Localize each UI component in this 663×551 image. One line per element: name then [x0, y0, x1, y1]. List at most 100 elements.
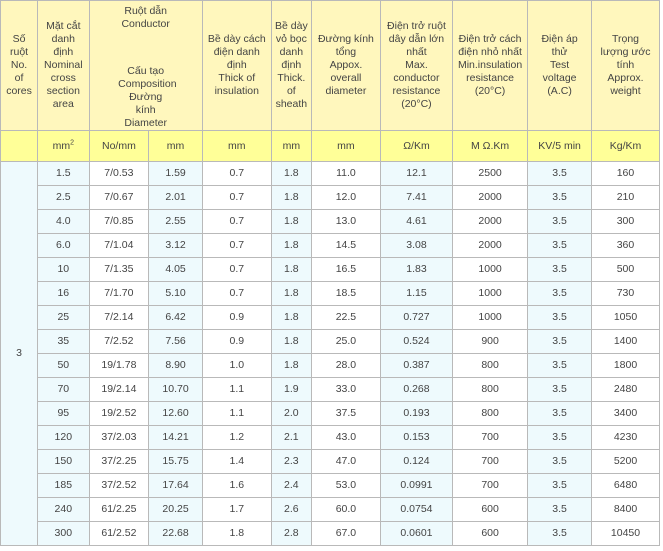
- cell-overall-diameter: 11.0: [310, 161, 381, 186]
- cell-weight: 8400: [590, 497, 661, 522]
- cell-sheath: 1.9: [270, 377, 312, 402]
- header-test-voltage: Điện áp thử Test voltage (A.C): [527, 0, 592, 131]
- cell-diameter: 4.05: [148, 257, 203, 282]
- cell-composition: 19/2.14: [88, 377, 150, 402]
- cell-composition: 7/1.35: [88, 257, 150, 282]
- unit-composition: No/mm: [88, 130, 150, 162]
- cell-insulation: 1.0: [201, 353, 272, 378]
- cell-weight: 5200: [590, 449, 661, 474]
- cell-weight: 210: [590, 185, 661, 210]
- cell-composition: 37/2.25: [88, 449, 150, 474]
- cell-test-voltage: 3.5: [527, 497, 592, 522]
- cell-insulation: 1.4: [201, 449, 272, 474]
- table-row: 35 7/2.52 7.56 0.9 1.8 25.0 0.524 900 3.5 1400: [1, 329, 661, 354]
- cell-sheath: 1.8: [270, 305, 312, 330]
- cell-diameter: 2.01: [148, 185, 203, 210]
- cell-weight: 2480: [590, 377, 661, 402]
- cell-test-voltage: 3.5: [527, 257, 592, 282]
- cell-composition: 7/2.14: [88, 305, 150, 330]
- cell-insulation: 1.1: [201, 401, 272, 426]
- cell-conductor-resistance: 0.727: [379, 305, 454, 330]
- cell-insulation-resistance: 800: [451, 377, 529, 402]
- cell-insulation: 1.7: [201, 497, 272, 522]
- cell-overall-diameter: 12.0: [310, 185, 381, 210]
- cell-area: 1.5: [37, 161, 90, 186]
- header-row: Số ruột No. of cores Mặt cắt danh định Nominal c…: [0, 0, 661, 131]
- table-row: 2.5 7/0.67 2.01 0.7 1.8 12.0 7.41 2000 3.5 210: [1, 185, 661, 210]
- cell-overall-diameter: 67.0: [310, 521, 381, 546]
- cell-diameter: 22.68: [148, 521, 203, 546]
- cell-conductor-resistance: 0.0601: [379, 521, 454, 546]
- cell-test-voltage: 3.5: [527, 329, 592, 354]
- cell-area: 35: [37, 329, 90, 354]
- cell-conductor-resistance: 0.268: [379, 377, 454, 402]
- table-row: 50 19/1.78 8.90 1.0 1.8 28.0 0.387 800 3.5 1800: [1, 353, 661, 378]
- table-row: 4.0 7/0.85 2.55 0.7 1.8 13.0 4.61 2000 3.5 300: [1, 209, 661, 234]
- cell-composition: 7/0.53: [88, 161, 150, 186]
- cell-sheath: 2.8: [270, 521, 312, 546]
- table-row: 70 19/2.14 10.70 1.1 1.9 33.0 0.268 800 3.5 2480: [1, 377, 661, 402]
- cell-test-voltage: 3.5: [527, 425, 592, 450]
- cell-insulation-resistance: 2000: [451, 185, 529, 210]
- cell-conductor-resistance: 12.1: [379, 161, 454, 186]
- unit-overall: mm: [310, 130, 381, 162]
- unit-insulation-resistance: M Ω.Km: [451, 130, 529, 162]
- unit-area: mm2: [37, 130, 90, 162]
- cell-conductor-resistance: 0.124: [379, 449, 454, 474]
- cell-overall-diameter: 53.0: [310, 473, 381, 498]
- cell-composition: 7/2.52: [88, 329, 150, 354]
- cell-overall-diameter: 25.0: [310, 329, 381, 354]
- table-row: 6.0 7/1.04 3.12 0.7 1.8 14.5 3.08 2000 3.5 360: [1, 233, 661, 258]
- cell-composition: 61/2.25: [88, 497, 150, 522]
- cell-insulation: 0.9: [201, 305, 272, 330]
- cell-diameter: 6.42: [148, 305, 203, 330]
- cell-composition: 7/1.70: [88, 281, 150, 306]
- cell-sheath: 1.8: [270, 353, 312, 378]
- unit-resistance: Ω/Km: [379, 130, 454, 162]
- cell-composition: 19/1.78: [88, 353, 150, 378]
- units-row: mm2 No/mm mm mm mm mm Ω/Km M Ω.Km KV/5 m…: [0, 130, 661, 162]
- cell-weight: 1050: [590, 305, 661, 330]
- header-area: Mặt cắt danh định Nominal cross section area: [37, 0, 90, 131]
- cell-diameter: 8.90: [148, 353, 203, 378]
- cell-conductor-resistance: 0.153: [379, 425, 454, 450]
- cell-insulation: 1.8: [201, 521, 272, 546]
- cell-test-voltage: 3.5: [527, 305, 592, 330]
- cell-sheath: 1.8: [270, 233, 312, 258]
- cell-insulation-resistance: 1000: [451, 305, 529, 330]
- cell-composition: 37/2.03: [88, 425, 150, 450]
- cell-insulation: 1.2: [201, 425, 272, 450]
- cell-insulation-resistance: 900: [451, 329, 529, 354]
- cell-overall-diameter: 28.0: [310, 353, 381, 378]
- cell-overall-diameter: 16.5: [310, 257, 381, 282]
- header-weight: Trọng lượng ước tính Approx. weight: [590, 0, 661, 131]
- cell-composition: 7/0.67: [88, 185, 150, 210]
- cell-test-voltage: 3.5: [527, 521, 592, 546]
- cell-overall-diameter: 13.0: [310, 209, 381, 234]
- cell-insulation-resistance: 2000: [451, 209, 529, 234]
- cell-diameter: 7.56: [148, 329, 203, 354]
- cell-sheath: 1.8: [270, 209, 312, 234]
- cell-sheath: 1.8: [270, 161, 312, 186]
- cell-composition: 7/1.04: [88, 233, 150, 258]
- cell-sheath: 1.8: [270, 257, 312, 282]
- cell-diameter: 14.21: [148, 425, 203, 450]
- cell-sheath: 2.4: [270, 473, 312, 498]
- cell-insulation-resistance: 1000: [451, 257, 529, 282]
- cell-overall-diameter: 60.0: [310, 497, 381, 522]
- cell-diameter: 12.60: [148, 401, 203, 426]
- cell-insulation-resistance: 2000: [451, 233, 529, 258]
- cell-diameter: 20.25: [148, 497, 203, 522]
- header-conductor: Ruột dẫn Conductor Cấu tạo Composition Đườ…: [88, 0, 203, 131]
- cell-conductor-resistance: 3.08: [379, 233, 454, 258]
- cell-overall-diameter: 14.5: [310, 233, 381, 258]
- table-row: 185 37/2.52 17.64 1.6 2.4 53.0 0.0991 700 3.5 648…: [1, 473, 661, 498]
- cell-insulation: 0.7: [201, 209, 272, 234]
- unit-sheath: mm: [270, 130, 312, 162]
- cell-sheath: 1.8: [270, 329, 312, 354]
- cell-insulation: 0.7: [201, 257, 272, 282]
- table-row: 3 1.5 7/0.53 1.59 0.7 1.8 11.0 12.1 2500 3.5 160: [0, 161, 661, 546]
- cell-weight: 1800: [590, 353, 661, 378]
- cell-conductor-resistance: 0.193: [379, 401, 454, 426]
- cores-value: 3: [0, 161, 39, 546]
